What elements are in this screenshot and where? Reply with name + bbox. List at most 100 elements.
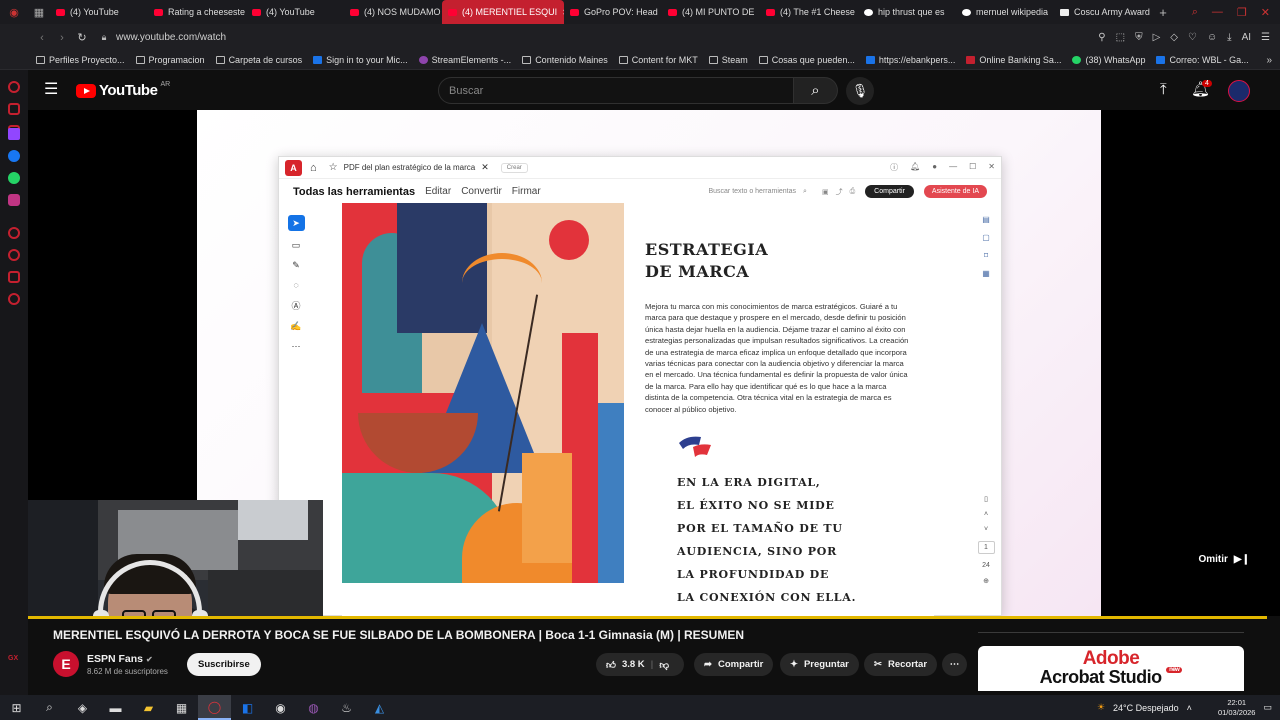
bookmark-item[interactable]: Online Banking Sa... bbox=[966, 55, 1061, 65]
channel-avatar[interactable]: E bbox=[53, 651, 79, 677]
sidebar-aria-icon[interactable] bbox=[8, 103, 20, 115]
messenger-icon[interactable] bbox=[8, 150, 20, 162]
browser-tab[interactable]: GoPro POV: Head bbox=[564, 0, 662, 24]
remote-app-icon[interactable]: ◭ bbox=[363, 695, 396, 720]
search-input[interactable]: Buscar bbox=[438, 77, 794, 104]
bookmark-item[interactable]: Carpeta de cursos bbox=[215, 55, 302, 65]
maximize-button[interactable]: ❐ bbox=[1237, 6, 1247, 19]
adblock-icon[interactable]: ⛨ bbox=[1135, 32, 1143, 43]
heart-icon[interactable]: ♡ bbox=[1188, 32, 1197, 43]
google-favicon-icon bbox=[864, 8, 873, 16]
like-button[interactable]: 👍︎ 3.8 K | 👎︎ bbox=[596, 653, 684, 676]
snapshot-icon[interactable]: ⬚ bbox=[1116, 32, 1125, 43]
reload-icon[interactable]: ↻ bbox=[72, 31, 92, 44]
subscribe-button[interactable]: Suscribirse bbox=[187, 653, 261, 676]
bookmark-item[interactable]: Programacion bbox=[135, 55, 205, 65]
bookmark-item[interactable]: Perfiles Proyecto... bbox=[36, 55, 125, 65]
sidebar-gx-icon[interactable]: GX bbox=[8, 655, 20, 667]
ask-button[interactable]: ✦ Preguntar bbox=[780, 653, 859, 676]
clock[interactable]: 22:01 01/03/2026 bbox=[1218, 698, 1256, 718]
ai-button[interactable]: AI bbox=[1242, 32, 1251, 43]
skip-next-icon: ▶❙ bbox=[1233, 554, 1250, 565]
obs-icon[interactable]: ◉ bbox=[264, 695, 297, 720]
profile-icon[interactable]: ☺ bbox=[1207, 32, 1217, 43]
player-icon[interactable]: ▷ bbox=[1153, 32, 1161, 43]
tray-chevron-icon[interactable]: ˄ bbox=[1187, 703, 1192, 713]
ad-banner[interactable]: Adobe Acrobat Studio new bbox=[978, 646, 1244, 691]
menu-icon[interactable]: ☰ bbox=[1261, 32, 1270, 43]
bookmark-item[interactable]: Cosas que pueden... bbox=[758, 55, 855, 65]
steam-icon[interactable]: ♨ bbox=[330, 695, 363, 720]
whatsapp-icon[interactable] bbox=[8, 172, 20, 184]
chrome-canary-icon[interactable]: ◍ bbox=[297, 695, 330, 720]
terminal-icon[interactable]: ▬ bbox=[99, 695, 132, 720]
twitch-icon[interactable] bbox=[8, 128, 20, 140]
more-actions-button[interactable]: ⋯ bbox=[942, 653, 967, 676]
account-avatar[interactable] bbox=[1228, 80, 1250, 102]
youtube-logo[interactable]: YouTube AR bbox=[76, 81, 170, 99]
browser-tab[interactable]: (4) YouTube bbox=[246, 0, 344, 24]
downloads-icon[interactable]: ⤓ bbox=[1227, 32, 1231, 43]
clip-button[interactable]: ✂ Recortar bbox=[864, 653, 938, 676]
bookmark-item[interactable]: Steam bbox=[708, 55, 748, 65]
file-explorer-icon[interactable]: ▰ bbox=[132, 695, 165, 720]
share-button[interactable]: ➦ Compartir bbox=[694, 653, 774, 676]
bp-icon bbox=[865, 56, 875, 64]
bookmark-item[interactable]: (38) WhatsApp bbox=[1072, 55, 1145, 65]
back-icon[interactable]: ‹ bbox=[32, 32, 52, 44]
sign-icon: ✍ bbox=[290, 321, 302, 331]
start-icon[interactable]: ⊞ bbox=[0, 695, 33, 720]
outlook-icon[interactable]: ◧ bbox=[231, 695, 264, 720]
video-player[interactable]: A ⌂ ☆ PDF del plan estratégico de la mar… bbox=[28, 110, 1280, 616]
browser-tab[interactable]: (4) MI PUNTO DE bbox=[662, 0, 760, 24]
browser-tab[interactable]: (4) The #1 Cheese bbox=[760, 0, 858, 24]
voice-search-button[interactable]: 🎙︎ bbox=[846, 77, 874, 105]
browser-tab[interactable]: hip thrust que es bbox=[858, 0, 956, 24]
browser-tab[interactable]: mernuel wikipedia bbox=[956, 0, 1054, 24]
browser-tab[interactable]: (4) MERENTIEL ESQUI✕ bbox=[442, 0, 564, 24]
weather-text[interactable]: 24°C Despejado bbox=[1113, 703, 1179, 713]
search-button[interactable]: ⌕ bbox=[794, 77, 838, 104]
hamburger-menu-icon[interactable]: ☰ bbox=[44, 82, 58, 98]
channel-name[interactable]: ESPN Fans ✔ bbox=[87, 653, 168, 665]
sidebar-music-icon[interactable] bbox=[8, 227, 20, 239]
minimize-button[interactable]: — bbox=[1212, 6, 1223, 19]
sidebar-settings-icon[interactable] bbox=[8, 293, 20, 305]
sidebar-send-icon[interactable] bbox=[8, 271, 20, 283]
lock-icon[interactable]: 🔒︎ bbox=[96, 32, 112, 43]
skip-ad-button[interactable]: Omitir ▶❙ bbox=[1198, 554, 1250, 565]
browser-tab[interactable]: (4) YouTube bbox=[50, 0, 148, 24]
opera-gx-icon[interactable]: ◯ bbox=[198, 695, 231, 720]
url-field[interactable]: www.youtube.com/watch bbox=[116, 32, 226, 43]
browser-tab[interactable]: (4) NOS MUDAMO bbox=[344, 0, 442, 24]
pin-icon[interactable]: ⚲ bbox=[1098, 32, 1105, 43]
bookmark-item[interactable]: Contenido Maines bbox=[522, 55, 608, 65]
browser-tab[interactable]: Coscu Army Award bbox=[1054, 0, 1152, 24]
forward-icon[interactable]: › bbox=[52, 32, 72, 44]
instagram-icon[interactable] bbox=[8, 194, 20, 206]
search-tabs-icon[interactable]: ⌕ bbox=[1192, 6, 1198, 19]
bookmark-item[interactable]: Sign in to your Mic... bbox=[313, 55, 408, 65]
extension-icon[interactable]: ◇ bbox=[1170, 32, 1178, 43]
bookmark-item[interactable]: https://ebankpers... bbox=[865, 55, 955, 65]
calculator-icon[interactable]: ▦ bbox=[165, 695, 198, 720]
search-icon[interactable]: ⌕ bbox=[33, 695, 66, 720]
browser-tab[interactable]: Rating a cheeseste bbox=[148, 0, 246, 24]
tab-overview-icon[interactable]: ▦ bbox=[28, 0, 50, 24]
notification-center-icon[interactable]: ▭ bbox=[1263, 702, 1272, 713]
bookmarks-more-icon[interactable]: » bbox=[1266, 55, 1280, 66]
weather-icon[interactable]: ☀ bbox=[1097, 702, 1105, 713]
sidebar-clock-icon[interactable] bbox=[8, 249, 20, 261]
bookmark-item[interactable]: Correo: WBL - Ga... bbox=[1156, 55, 1249, 65]
comments-panel-icon: ▢ bbox=[982, 233, 990, 242]
close-window-button[interactable]: ✕ bbox=[1261, 6, 1270, 19]
video-progress-bar[interactable] bbox=[28, 616, 1268, 619]
sidebar-history-icon[interactable] bbox=[8, 81, 20, 93]
copilot-icon[interactable]: ◈ bbox=[66, 695, 99, 720]
create-upload-icon[interactable]: ⤒ bbox=[1160, 81, 1167, 98]
bookmark-item[interactable]: StreamElements -... bbox=[418, 55, 511, 65]
new-tab-button[interactable]: + bbox=[1152, 5, 1174, 20]
bookmark-item[interactable]: Content for MKT bbox=[618, 55, 698, 65]
opera-workspace-icon[interactable]: ◉ bbox=[0, 0, 28, 24]
acrobat-right-tools: ▤ ▢ ⌑ ▦ bbox=[979, 215, 993, 278]
